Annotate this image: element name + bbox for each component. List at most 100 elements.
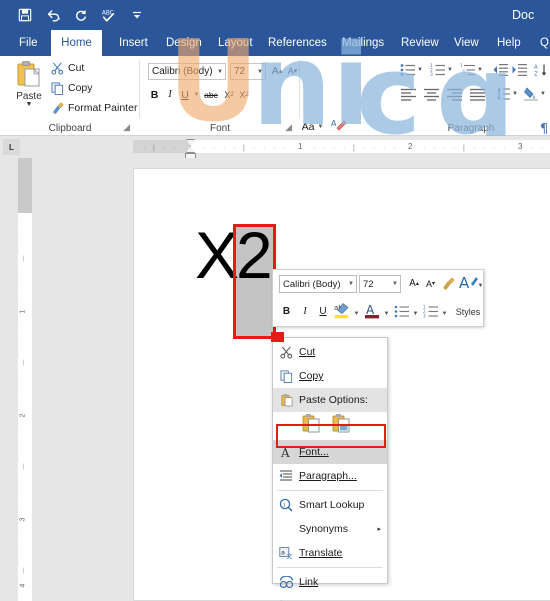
format-painter-button[interactable]: Format Painter xyxy=(50,101,137,115)
font-dialog-launcher[interactable]: ◢ xyxy=(285,122,292,133)
minibar-bullets-icon[interactable] xyxy=(393,302,411,321)
horizontal-ruler[interactable]: L · | · · · · · · | · · · · 1 · · · · | · · · · 2 … xyxy=(0,136,550,160)
context-menu-item-paragraph[interactable]: Paragraph... xyxy=(273,464,387,488)
tab-view[interactable]: View xyxy=(445,30,483,56)
show-formatting-marks-icon[interactable]: ¶ xyxy=(540,120,550,136)
tab-stop-selector-button[interactable]: L xyxy=(3,139,20,155)
increase-indent-icon[interactable] xyxy=(511,62,528,78)
minibar-numbering-icon[interactable]: 123 xyxy=(422,302,440,321)
context-menu-item-smart-lookup[interactable]: i Smart Lookup xyxy=(273,493,387,517)
cut-label: Cut xyxy=(68,62,85,74)
numbering-icon[interactable]: 123 ▼ xyxy=(430,62,453,78)
ribbon-group-font: Calibri (Body) ▼ 72 ▼ A ▴ A ▾ B I U ▼ ab… xyxy=(140,56,300,136)
chevron-down-icon: ▼ xyxy=(348,281,354,287)
context-menu-item-synonyms[interactable]: Synonyms ▸ xyxy=(273,517,387,541)
minibar-grow-font-icon[interactable]: A ▴ xyxy=(406,274,422,293)
line-spacing-icon[interactable]: ▼ xyxy=(496,86,518,102)
multilevel-caret-icon[interactable]: ▼ xyxy=(477,67,483,73)
tab-review[interactable]: Review xyxy=(392,30,440,56)
context-menu-item-cut[interactable]: Cut xyxy=(273,340,387,364)
italic-icon[interactable]: I xyxy=(164,86,176,103)
strikethrough-icon[interactable]: abc xyxy=(202,86,220,103)
numbering-caret-icon[interactable]: ▼ xyxy=(447,67,453,73)
paste-button[interactable]: Paste ▼ xyxy=(8,60,50,108)
context-menu-item-copy[interactable]: Copy xyxy=(273,364,387,388)
context-menu-item-new-comment[interactable]: New Comment xyxy=(273,594,387,601)
minibar-font-color-caret-icon[interactable]: ▼ xyxy=(383,304,390,323)
cut-button[interactable]: Cut xyxy=(50,61,84,75)
shading-icon[interactable]: ▼ xyxy=(523,86,546,102)
tab-search[interactable]: Q xyxy=(531,30,550,56)
context-menu-item-translate[interactable]: a文 Translate xyxy=(273,541,387,565)
minibar-numbering-caret-icon[interactable]: ▼ xyxy=(441,304,448,323)
clipboard-dialog-launcher[interactable]: ◢ xyxy=(123,122,130,133)
minibar-styles-caret-icon[interactable]: ▼ xyxy=(477,276,484,295)
tab-mailings[interactable]: Mailings xyxy=(333,30,387,56)
underline-icon[interactable]: U xyxy=(179,86,191,103)
bullets-caret-icon[interactable]: ▼ xyxy=(417,67,423,73)
change-case-caret-icon[interactable]: ▼ xyxy=(316,118,325,135)
svg-text:i: i xyxy=(283,502,285,509)
context-menu-label: Cut xyxy=(299,346,316,358)
minibar-font-color-icon[interactable]: A xyxy=(363,301,381,320)
change-case-icon[interactable]: Aa xyxy=(300,118,316,135)
context-menu-item-link[interactable]: Link xyxy=(273,570,387,594)
tab-insert[interactable]: Insert xyxy=(110,30,152,56)
underline-dropdown-caret-icon[interactable]: ▼ xyxy=(192,86,201,103)
chevron-down-icon: ▼ xyxy=(257,68,263,75)
shrink-font-icon[interactable]: A ▾ xyxy=(285,62,300,79)
align-left-icon[interactable] xyxy=(400,86,417,102)
tab-file[interactable]: File xyxy=(10,30,43,56)
minibar-format-painter-icon[interactable] xyxy=(440,274,456,293)
minibar-font-family-combobox[interactable]: Calibri (Body) ▼ xyxy=(279,275,357,293)
align-center-icon[interactable] xyxy=(423,86,440,102)
minibar-font-size-combobox[interactable]: 72 ▼ xyxy=(359,275,401,293)
minibar-shrink-font-icon[interactable]: A ▾ xyxy=(423,274,438,293)
redo-icon[interactable] xyxy=(68,2,94,28)
tab-design[interactable]: Design xyxy=(157,30,204,56)
minibar-underline-icon[interactable]: U xyxy=(317,302,329,321)
document-text[interactable]: X xyxy=(195,217,239,293)
multilevel-list-icon[interactable]: 1ai ▼ xyxy=(460,62,483,78)
copy-button[interactable]: Copy xyxy=(50,81,93,95)
minibar-italic-icon[interactable]: I xyxy=(299,302,311,321)
clear-formatting-icon[interactable]: A xyxy=(330,116,348,133)
minibar-styles-icon[interactable]: A xyxy=(459,273,479,292)
context-menu[interactable]: Cut Copy Paste Options: A Font... Paragr… xyxy=(272,337,388,601)
subscript-icon[interactable]: X2 xyxy=(222,86,236,103)
minibar-highlight-caret-icon[interactable]: ▼ xyxy=(353,304,360,323)
minibar-bullets-caret-icon[interactable]: ▼ xyxy=(412,304,419,323)
shading-caret-icon[interactable]: ▼ xyxy=(540,91,546,97)
font-size-combobox[interactable]: 72 ▼ xyxy=(230,63,266,80)
undo-icon[interactable] xyxy=(40,2,66,28)
spelling-icon[interactable]: ABC xyxy=(96,2,122,28)
ruler-number: 2 xyxy=(19,413,27,418)
tab-layout[interactable]: Layout xyxy=(209,30,254,56)
underline-label: U xyxy=(319,306,327,317)
align-right-icon[interactable] xyxy=(446,86,463,102)
grow-font-icon[interactable]: A ▴ xyxy=(269,62,285,79)
paragraph-group-label: Paragraph xyxy=(447,123,495,134)
ruler-track[interactable]: · | · · · · · · | · · · · 1 · · · · | · · · · 2 · ·… xyxy=(133,140,550,153)
justify-icon[interactable] xyxy=(469,86,486,102)
sort-icon[interactable]: AZ xyxy=(534,62,549,78)
decrease-indent-icon[interactable] xyxy=(492,62,509,78)
tab-help[interactable]: Help xyxy=(488,30,524,56)
ruler-number: 1 xyxy=(19,309,27,314)
minibar-styles-label[interactable]: Styles xyxy=(453,302,483,321)
font-family-combobox[interactable]: Calibri (Body) ▼ xyxy=(148,63,226,80)
minibar-text-highlight-color-icon[interactable]: ab xyxy=(333,301,351,320)
bold-icon[interactable]: B xyxy=(148,86,161,103)
mini-toolbar[interactable]: Calibri (Body) ▼ 72 ▼ A▴ A▾ A ▼ B I U xyxy=(272,269,484,327)
vertical-ruler[interactable]: · · · | · · · 1 · · · | · · · 2 · · · | … xyxy=(18,158,32,601)
line-spacing-caret-icon[interactable]: ▼ xyxy=(512,91,518,97)
minibar-bold-icon[interactable]: B xyxy=(280,302,293,321)
superscript-icon[interactable]: X2 xyxy=(237,86,251,103)
tab-home[interactable]: Home xyxy=(51,30,102,56)
paste-dropdown-caret-icon[interactable]: ▼ xyxy=(8,101,50,108)
bullets-icon[interactable]: ▼ xyxy=(400,62,423,78)
tab-references[interactable]: References xyxy=(259,30,328,56)
customize-quick-access-toolbar-icon[interactable] xyxy=(124,2,150,28)
save-icon[interactable] xyxy=(12,2,38,28)
context-menu-separator xyxy=(277,567,383,568)
